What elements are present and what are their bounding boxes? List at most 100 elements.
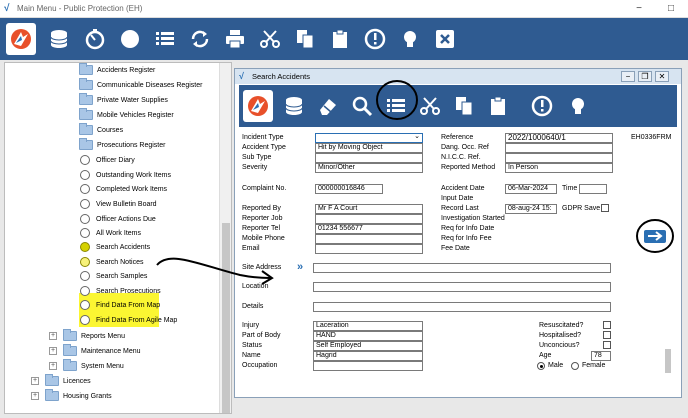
accident-type-field[interactable]: Hit by Moving Object (315, 143, 423, 153)
status-field[interactable]: Self Employed (313, 341, 423, 351)
incident-type-label: Incident Type (242, 134, 284, 141)
scissors-icon[interactable] (255, 23, 285, 55)
expand-icon[interactable]: + (49, 347, 57, 355)
expand-icon[interactable]: + (31, 392, 39, 400)
dialog-restore-button[interactable]: ❐ (638, 71, 652, 82)
close-icon[interactable] (430, 23, 460, 55)
copy-icon[interactable] (290, 23, 320, 55)
gdpr-save-label: GDPR Save (562, 205, 601, 212)
email-field[interactable] (315, 244, 423, 254)
resuscitated-label: Resuscitated? (539, 322, 584, 329)
gdpr-save-checkbox[interactable] (601, 204, 609, 212)
lightbulb-icon[interactable] (563, 90, 593, 122)
tree-item-courses[interactable]: Courses (79, 123, 123, 137)
clipboard-icon[interactable] (325, 23, 355, 55)
app-logo-icon[interactable] (243, 90, 273, 122)
tree-scrollbar[interactable] (219, 63, 231, 413)
complaint-no-field[interactable]: 000000016846 (315, 184, 383, 194)
tree-item-maintenance-menu[interactable]: + Maintenance Menu (49, 344, 141, 358)
expand-icon[interactable]: + (49, 362, 57, 370)
record-last-field[interactable]: 08-aug-24 15: (505, 204, 557, 214)
print-icon[interactable] (220, 23, 250, 55)
accident-date-label: Accident Date (441, 185, 485, 192)
tree-item-search-prosecutions[interactable]: Search Prosecutions (80, 284, 161, 298)
stopwatch-icon[interactable] (80, 23, 110, 55)
alert-icon[interactable] (360, 23, 390, 55)
mobile-phone-field[interactable] (315, 234, 423, 244)
tree-item-find-data-agile-map[interactable]: Find Data From Agile Map (80, 313, 177, 327)
database-icon[interactable] (279, 90, 309, 122)
copy-icon[interactable] (449, 90, 479, 122)
eraser-icon[interactable] (313, 90, 343, 122)
reported-method-field[interactable]: In Person (505, 163, 613, 173)
dang-occ-ref-field[interactable] (505, 143, 613, 153)
reporter-job-field[interactable] (315, 214, 423, 224)
tree-item-system-menu[interactable]: + System Menu (49, 359, 124, 373)
severity-field[interactable]: Minor/Other (315, 163, 423, 173)
time-field[interactable] (579, 184, 607, 194)
alert-icon[interactable] (527, 90, 557, 122)
tree-item-officer-actions[interactable]: Officer Actions Due (80, 212, 156, 226)
hospitalised-checkbox[interactable] (603, 331, 611, 339)
scissors-icon[interactable] (415, 90, 445, 122)
tree-item-completed-work[interactable]: Completed Work Items (80, 182, 167, 196)
details-field[interactable] (313, 302, 611, 312)
scrollbar-thumb[interactable] (665, 349, 671, 373)
tree-item-search-samples[interactable]: Search Samples (80, 269, 147, 283)
search-icon[interactable] (347, 90, 377, 122)
dialog-title: Search Accidents (252, 72, 310, 81)
injury-field[interactable]: Laceration (313, 321, 423, 331)
tree-item-housing-grants[interactable]: + Housing Grants (31, 389, 112, 403)
unconcious-checkbox[interactable] (603, 341, 611, 349)
tree-item-licences[interactable]: + Licences (31, 374, 91, 388)
female-radio[interactable] (571, 362, 579, 370)
folder-icon (45, 389, 59, 401)
tree-item-mobile-vehicles[interactable]: Mobile Vehicles Register (79, 108, 174, 122)
name-field[interactable]: Hagrid (313, 351, 423, 361)
tree-item-reports-menu[interactable]: + Reports Menu (49, 329, 125, 343)
occupation-field[interactable] (313, 361, 423, 371)
nicc-ref-field[interactable] (505, 153, 613, 163)
clipboard-icon[interactable] (483, 90, 513, 122)
site-address-field[interactable] (313, 263, 611, 273)
tree-item-private-water[interactable]: Private Water Supplies (79, 93, 168, 107)
accident-date-field[interactable]: 06-Mar-2024 (505, 184, 557, 194)
tree-item-bulletin-board[interactable]: View Bulletin Board (80, 197, 157, 211)
circle-icon[interactable] (115, 23, 145, 55)
tree-item-officer-diary[interactable]: Officer Diary (80, 153, 135, 167)
part-of-body-field[interactable]: HAND (313, 331, 423, 341)
reported-by-field[interactable]: Mr F A Court (315, 204, 423, 214)
expand-icon[interactable]: + (49, 332, 57, 340)
reporter-tel-field[interactable]: 01234 556677 (315, 224, 423, 234)
minimize-button[interactable]: − (632, 2, 646, 15)
tree-item-all-work-items[interactable]: All Work Items (80, 226, 141, 240)
refresh-icon[interactable] (185, 23, 215, 55)
expand-address-icon[interactable]: » (297, 261, 303, 273)
sub-type-field[interactable] (315, 153, 423, 163)
dialog-scrollbar[interactable] (663, 329, 673, 389)
dialog-minimize-button[interactable]: − (621, 71, 635, 82)
app-icon: √ (4, 3, 10, 14)
male-radio[interactable] (537, 362, 545, 370)
app-logo-icon[interactable] (6, 23, 36, 55)
lightbulb-icon[interactable] (395, 23, 425, 55)
tree-item-communicable-diseases[interactable]: Communicable Diseases Register (79, 78, 202, 92)
scrollbar-thumb[interactable] (222, 223, 230, 413)
maximize-button[interactable]: □ (664, 2, 678, 15)
tree-item-outstanding-work[interactable]: Outstanding Work Items (80, 168, 171, 182)
resuscitated-checkbox[interactable] (603, 321, 611, 329)
tree-item-prosecutions-register[interactable]: Prosecutions Register (79, 138, 165, 152)
list-icon[interactable] (381, 90, 411, 122)
tree-item-search-notices[interactable]: Search Notices (80, 255, 143, 269)
tree-item-accidents-register[interactable]: Accidents Register (79, 63, 155, 77)
location-field[interactable] (313, 282, 611, 292)
tree-item-find-data-map[interactable]: Find Data From Map (80, 298, 160, 312)
tree-item-search-accidents[interactable]: Search Accidents (80, 240, 150, 254)
reference-field[interactable]: 2022/1000640/1 (505, 133, 613, 143)
dialog-close-button[interactable]: ✕ (655, 71, 669, 82)
list-icon[interactable] (150, 23, 180, 55)
incident-type-dropdown[interactable]: ⌄ (315, 133, 423, 143)
expand-icon[interactable]: + (31, 377, 39, 385)
database-icon[interactable] (44, 23, 74, 55)
age-field[interactable]: 78 (591, 351, 611, 361)
